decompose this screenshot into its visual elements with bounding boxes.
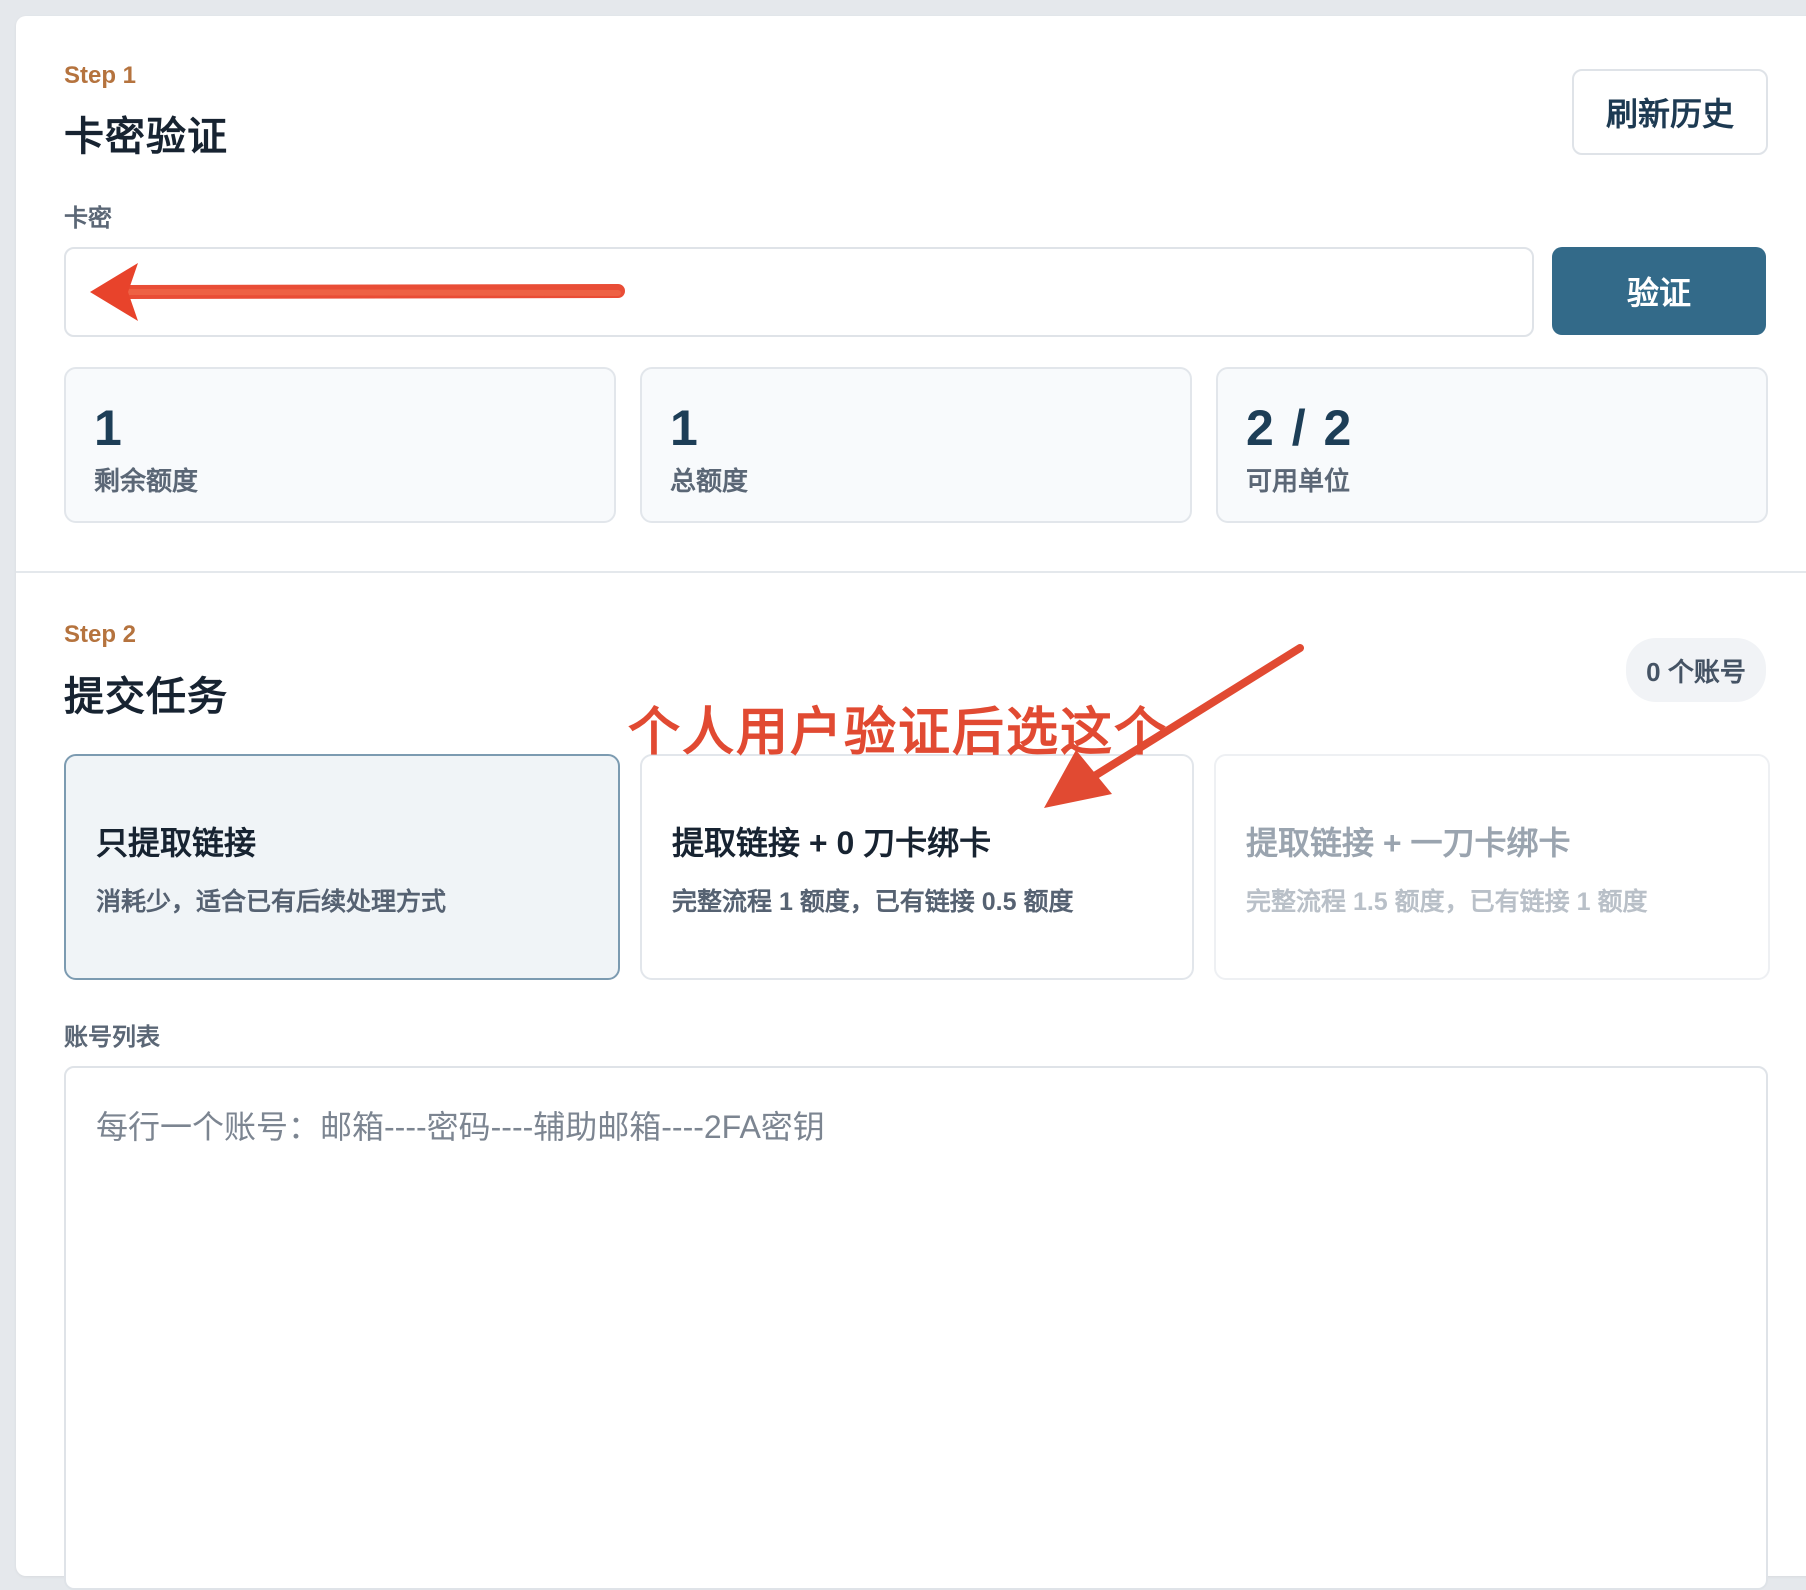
stat-remaining-value: 1 bbox=[94, 400, 124, 456]
option-desc: 完整流程 1 额度，已有链接 0.5 额度 bbox=[672, 888, 1074, 916]
section-divider bbox=[16, 571, 1806, 573]
stat-remaining-label: 剩余额度 bbox=[94, 466, 199, 496]
card-key-label: 卡密 bbox=[64, 205, 112, 232]
account-count-badge: 0 个账号 bbox=[1626, 638, 1766, 702]
step2-title: 提交任务 bbox=[64, 675, 228, 719]
stat-total-value: 1 bbox=[670, 400, 700, 456]
verify-button[interactable]: 验证 bbox=[1552, 247, 1766, 335]
stat-units: 2 / 2 可用单位 bbox=[1216, 367, 1768, 523]
accounts-placeholder: 每行一个账号：邮箱----密码----辅助邮箱----2FA密钥 bbox=[96, 1109, 825, 1145]
refresh-history-button[interactable]: 刷新历史 bbox=[1572, 69, 1768, 155]
stat-total: 1 总额度 bbox=[640, 367, 1192, 523]
option-title: 只提取链接 bbox=[96, 825, 257, 861]
annotation-arrow-icon bbox=[1044, 644, 1304, 808]
stat-units-label: 可用单位 bbox=[1246, 466, 1351, 496]
stat-units-value: 2 / 2 bbox=[1246, 400, 1354, 456]
redaction-arrow-icon bbox=[90, 263, 625, 321]
step1-label: Step 1 bbox=[64, 62, 137, 89]
card-key-input[interactable] bbox=[64, 247, 1534, 337]
accounts-label: 账号列表 bbox=[64, 1024, 160, 1051]
option-extract-link-only[interactable]: 只提取链接 消耗少，适合已有后续处理方式 bbox=[64, 754, 620, 980]
accounts-textarea[interactable]: 每行一个账号：邮箱----密码----辅助邮箱----2FA密钥 bbox=[64, 1066, 1768, 1590]
option-desc: 完整流程 1.5 额度，已有链接 1 额度 bbox=[1246, 888, 1648, 916]
step1-title: 卡密验证 bbox=[64, 115, 228, 159]
stat-remaining: 1 剩余额度 bbox=[64, 367, 616, 523]
option-desc: 消耗少，适合已有后续处理方式 bbox=[96, 888, 447, 916]
step2-label: Step 2 bbox=[64, 621, 137, 648]
option-title: 提取链接 + 0 刀卡绑卡 bbox=[672, 825, 992, 861]
stat-total-label: 总额度 bbox=[670, 466, 749, 496]
